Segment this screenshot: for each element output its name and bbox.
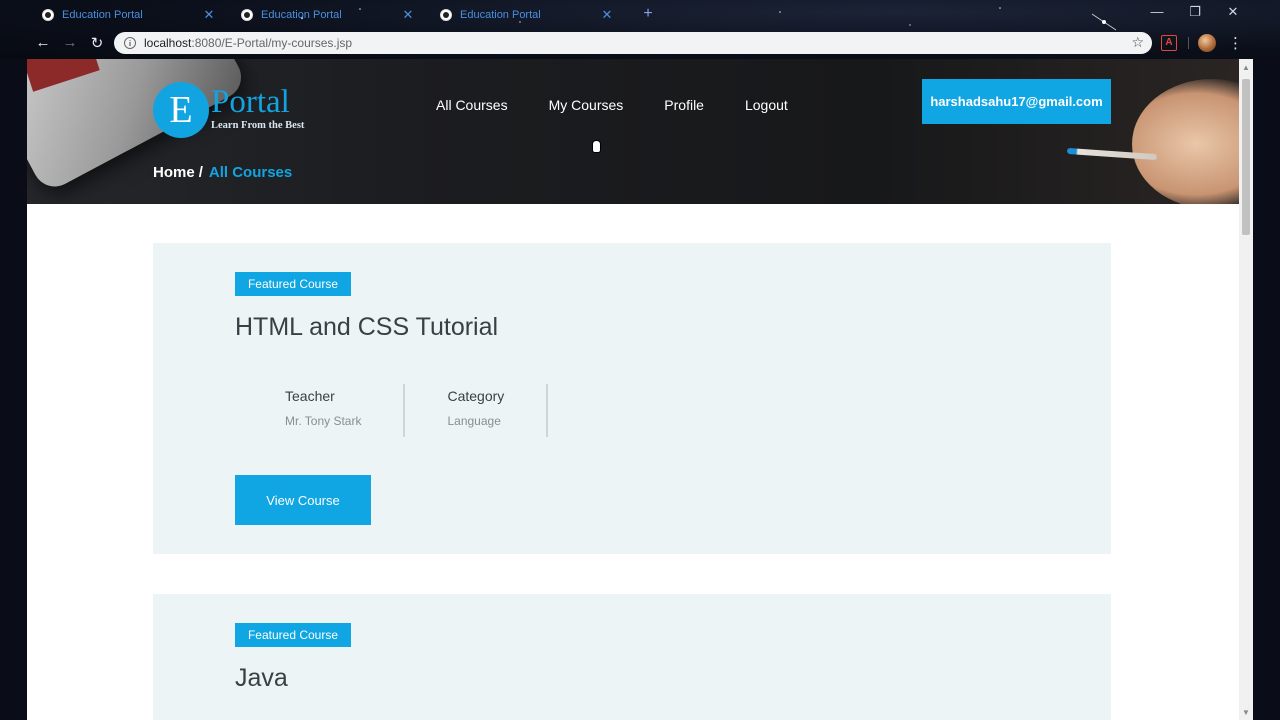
browser-chrome: Education Portal ✕ Education Portal ✕ Ed… — [0, 0, 1280, 59]
nav-all-courses[interactable]: All Courses — [436, 97, 508, 113]
minimize-button[interactable]: — — [1147, 4, 1167, 19]
site-logo[interactable]: E Portal Learn From the Best — [153, 82, 313, 140]
category-info: Category Language — [405, 384, 549, 437]
restore-button[interactable]: ❐ — [1185, 4, 1205, 20]
toolbar-divider — [1188, 37, 1189, 49]
featured-badge: Featured Course — [235, 272, 351, 296]
tab-title: Education Portal — [62, 9, 143, 21]
new-tab-button[interactable]: + — [640, 5, 656, 23]
course-card: Featured Course HTML and CSS Tutorial Te… — [153, 243, 1111, 554]
breadcrumb-separator: / — [198, 164, 203, 181]
featured-badge: Featured Course — [235, 623, 351, 647]
scroll-up-icon[interactable]: ▲ — [1239, 61, 1253, 75]
scrollbar-thumb[interactable] — [1242, 79, 1250, 235]
category-label: Category — [447, 388, 505, 404]
course-card: Featured Course Java — [153, 594, 1111, 720]
course-meta: Teacher Mr. Tony Stark Category Language — [235, 384, 549, 437]
url-host: localhost — [144, 36, 192, 50]
bookmark-star-icon[interactable]: ☆ — [1131, 34, 1144, 51]
user-email-button[interactable]: harshadsahu17@gmail.com — [922, 79, 1111, 124]
site-header: E Portal Learn From the Best All Courses… — [27, 59, 1239, 204]
nav-profile[interactable]: Profile — [664, 97, 704, 113]
close-window-button[interactable]: ✕ — [1223, 4, 1243, 20]
breadcrumb: Home / All Courses — [153, 164, 292, 181]
desktop-background — [1253, 59, 1280, 720]
tab-title: Education Portal — [460, 9, 541, 21]
profile-avatar[interactable] — [1198, 34, 1216, 52]
logo-mark: E — [153, 82, 209, 138]
category-value: Language — [447, 414, 501, 428]
reload-button[interactable]: ↻ — [88, 34, 106, 52]
course-title: HTML and CSS Tutorial — [235, 313, 499, 341]
scroll-down-icon[interactable]: ▼ — [1239, 706, 1253, 720]
globe-icon — [241, 9, 253, 21]
globe-icon — [440, 9, 452, 21]
page-scrollbar[interactable]: ▲ ▼ — [1239, 59, 1253, 720]
close-tab-icon[interactable]: ✕ — [401, 7, 415, 23]
tab-title: Education Portal — [261, 9, 342, 21]
browser-tab-2[interactable]: Education Portal ✕ — [227, 4, 425, 26]
logo-name: Portal — [211, 84, 290, 120]
browser-menu-icon[interactable]: ⋮ — [1228, 34, 1243, 52]
close-tab-icon[interactable]: ✕ — [202, 7, 216, 23]
pdf-extension-icon[interactable]: A — [1161, 35, 1177, 51]
close-tab-icon[interactable]: ✕ — [600, 7, 614, 23]
course-title: Java — [235, 664, 288, 692]
view-course-button[interactable]: View Course — [235, 475, 371, 525]
back-button[interactable]: ← — [34, 34, 52, 51]
browser-tab-1[interactable]: Education Portal ✕ — [28, 4, 226, 26]
page-viewport: E Portal Learn From the Best All Courses… — [27, 59, 1239, 720]
forward-button[interactable]: → — [61, 34, 79, 51]
breadcrumb-home[interactable]: Home — [153, 164, 195, 181]
hand-decoration-image — [1132, 79, 1239, 204]
mouse-cursor — [592, 140, 601, 153]
breadcrumb-current: All Courses — [208, 164, 293, 181]
globe-icon — [42, 9, 54, 21]
teacher-label: Teacher — [285, 388, 335, 404]
nav-logout[interactable]: Logout — [745, 97, 788, 113]
address-bar[interactable]: i localhost:8080/E-Portal/my-courses.jsp… — [114, 32, 1152, 54]
teacher-name: Mr. Tony Stark — [285, 414, 362, 428]
teacher-info: Teacher Mr. Tony Stark — [235, 384, 406, 437]
logo-tagline: Learn From the Best — [211, 120, 305, 131]
nav-my-courses[interactable]: My Courses — [549, 97, 624, 113]
browser-tab-3-active[interactable]: Education Portal ✕ — [426, 4, 624, 26]
main-nav: All Courses My Courses Profile Logout — [436, 97, 829, 113]
site-info-icon[interactable]: i — [124, 37, 136, 49]
url-path: :8080/E-Portal/my-courses.jsp — [191, 36, 353, 50]
